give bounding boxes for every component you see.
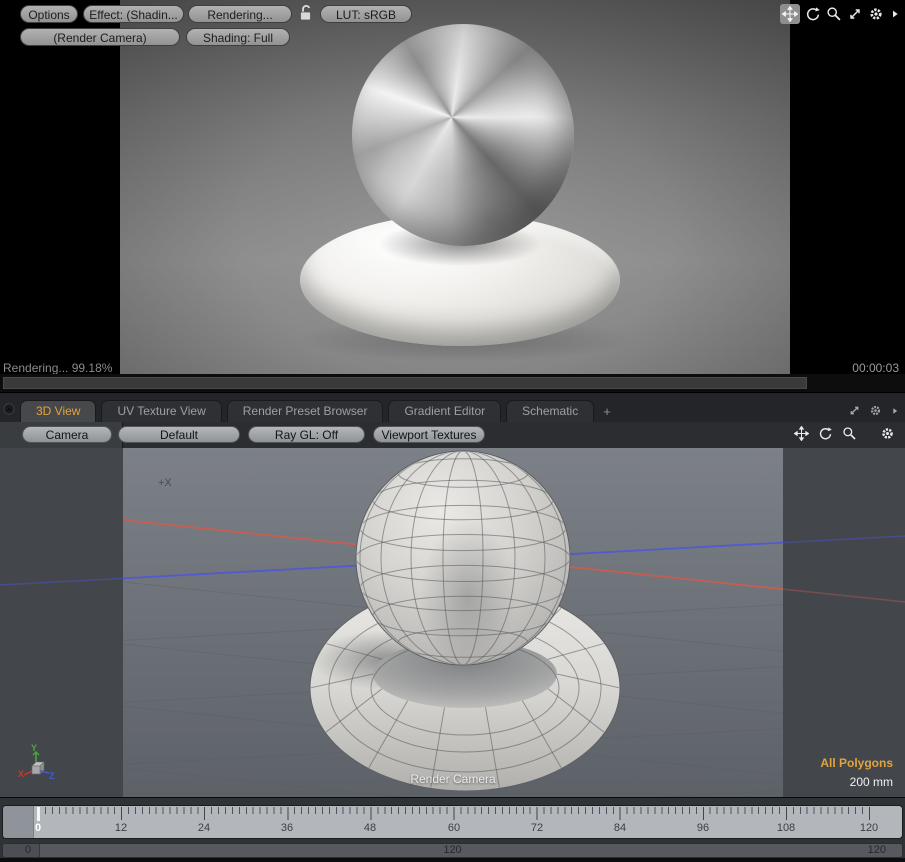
- tab-uv-texture-view[interactable]: UV Texture View: [101, 400, 221, 422]
- range-left-handle[interactable]: [3, 844, 40, 857]
- corner-widget[interactable]: [2, 402, 16, 416]
- rendered-image: [120, 0, 790, 374]
- tick-label: 12: [115, 822, 127, 834]
- shading-preset-button[interactable]: Default: [118, 426, 240, 443]
- menu-arrow-icon[interactable]: [889, 8, 901, 20]
- tick-label: 60: [448, 822, 460, 834]
- timeline: 0 12 24 36 48 60 72 84 96 108 120 0 120 …: [0, 797, 905, 862]
- focal-length-label: 200 mm: [820, 773, 893, 792]
- camera-select-button[interactable]: Camera: [22, 426, 112, 443]
- viewport-3d-scene[interactable]: [0, 448, 905, 797]
- render-camera-button[interactable]: (Render Camera): [20, 28, 180, 46]
- ruler-left-handle[interactable]: [3, 806, 34, 838]
- render-elapsed-time: 00:00:03: [852, 361, 899, 375]
- tab-gradient-editor[interactable]: Gradient Editor: [388, 400, 501, 422]
- major-ticks: [38, 807, 872, 820]
- axis-direction-label: +X: [158, 477, 172, 489]
- viewport-info: All Polygons 200 mm: [820, 754, 893, 792]
- expand-icon[interactable]: [848, 404, 861, 417]
- lut-button[interactable]: LUT: sRGB: [320, 5, 412, 23]
- viewport-camera-name: Render Camera: [123, 772, 783, 786]
- effect-button[interactable]: Effect: (Shadin...: [83, 5, 184, 23]
- timeline-bottom-strip: [0, 858, 905, 862]
- gear-icon[interactable]: [869, 404, 882, 417]
- tick-label: 72: [531, 822, 543, 834]
- lock-icon[interactable]: [296, 3, 316, 23]
- tick-label: 48: [364, 822, 376, 834]
- add-tab-button[interactable]: +: [599, 401, 615, 422]
- pan-icon[interactable]: [780, 4, 800, 24]
- tick-label: 36: [281, 822, 293, 834]
- render-progress-fill: [3, 377, 807, 389]
- search-icon[interactable]: [826, 6, 842, 22]
- range-mid-label: 120: [443, 844, 461, 857]
- render-progress-bar: [0, 374, 905, 392]
- expand-icon[interactable]: [847, 6, 863, 22]
- viewport-toolbar: Camera Default Ray GL: Off Viewport Text…: [0, 422, 905, 448]
- tab-3d-view[interactable]: 3D View: [20, 400, 96, 422]
- tick-label: 0: [35, 822, 41, 834]
- playhead[interactable]: [37, 807, 40, 821]
- vignette-overlay: [120, 0, 790, 374]
- tick-label: 96: [697, 822, 709, 834]
- ray-gl-button[interactable]: Ray GL: Off: [248, 426, 365, 443]
- rotate-icon[interactable]: [805, 6, 821, 22]
- menu-arrow-icon[interactable]: [890, 406, 900, 416]
- tick-label: 84: [614, 822, 626, 834]
- render-preview-pane: Options Effect: (Shadin... Rendering... …: [0, 0, 905, 374]
- timeline-ruler[interactable]: 0 12 24 36 48 60 72 84 96 108 120: [2, 805, 903, 839]
- rotate-icon[interactable]: [818, 426, 833, 441]
- tick-label: 24: [198, 822, 210, 834]
- selection-mode-label: All Polygons: [820, 754, 893, 773]
- shading-button[interactable]: Shading: Full: [186, 28, 290, 46]
- gear-icon[interactable]: [868, 6, 884, 22]
- viewport-textures-button[interactable]: Viewport Textures: [373, 426, 485, 443]
- range-end-label: 120: [868, 844, 886, 857]
- tick-label: 120: [860, 822, 878, 834]
- gizmo-y-label: Y: [31, 744, 37, 753]
- timeline-range-bar[interactable]: 0 120 120: [2, 843, 903, 858]
- gear-icon[interactable]: [880, 426, 895, 441]
- pan-icon[interactable]: [794, 426, 809, 441]
- tab-schematic[interactable]: Schematic: [506, 400, 594, 422]
- options-button[interactable]: Options: [20, 5, 78, 23]
- rendering-button[interactable]: Rendering...: [188, 5, 292, 23]
- search-icon[interactable]: [842, 426, 857, 441]
- gizmo-x-label: X: [18, 769, 24, 779]
- axis-gizmo[interactable]: X Y Z: [16, 744, 56, 790]
- viewport-tab-bar: 3D View UV Texture View Render Preset Br…: [0, 392, 905, 422]
- tab-render-preset-browser[interactable]: Render Preset Browser: [227, 400, 384, 422]
- range-start-label: 0: [25, 844, 31, 857]
- gizmo-z-label: Z: [49, 771, 55, 781]
- render-progress-text: Rendering... 99.18%: [3, 361, 112, 375]
- tick-label: 108: [777, 822, 795, 834]
